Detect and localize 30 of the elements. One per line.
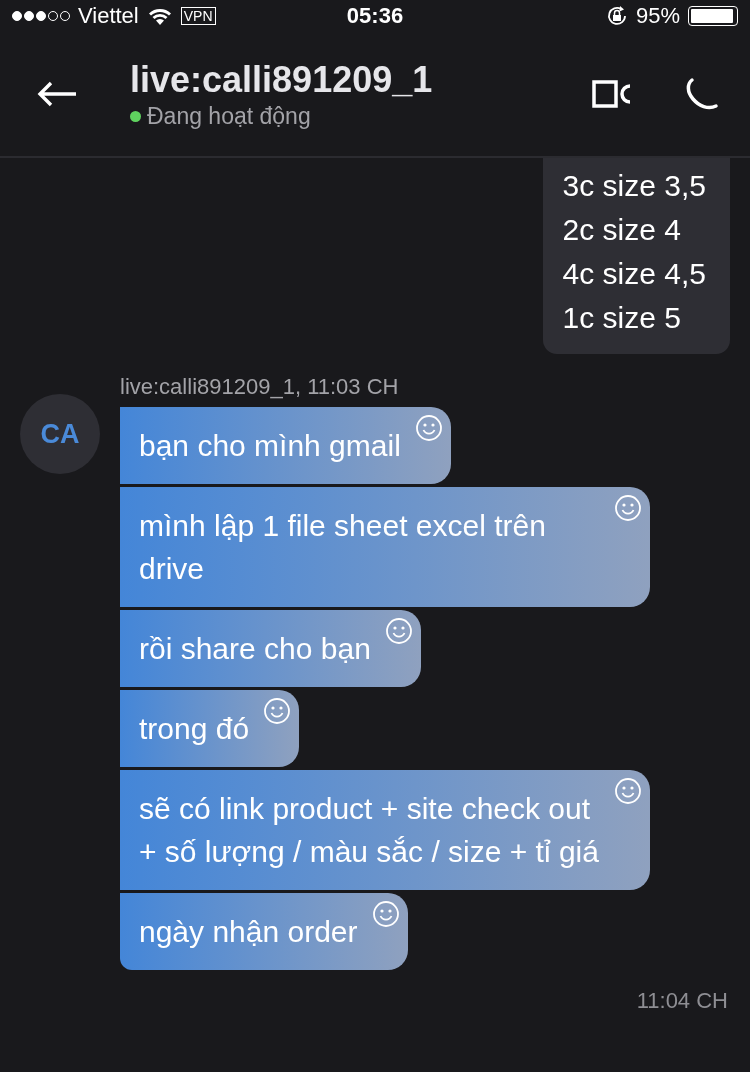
battery-icon bbox=[688, 6, 738, 26]
carrier-name: Viettel bbox=[78, 3, 139, 29]
battery-percent: 95% bbox=[635, 3, 680, 29]
back-arrow-icon[interactable] bbox=[36, 80, 78, 108]
message-text: rồi share cho bạn bbox=[139, 631, 371, 667]
wifi-icon bbox=[146, 6, 173, 26]
message-timestamp: 11:04 CH bbox=[636, 988, 728, 1014]
avatar: CA bbox=[20, 394, 100, 474]
message-text: trong đó bbox=[139, 711, 250, 747]
message-text: mình lập 1 file sheet excel trên drive bbox=[139, 508, 547, 587]
message-line: 1c size 5 bbox=[562, 300, 682, 336]
rotation-lock-icon bbox=[605, 5, 628, 27]
message-line: 3c size 3,5 bbox=[562, 168, 706, 204]
smiley-icon[interactable] bbox=[414, 414, 443, 442]
message-line: 2c size 4 bbox=[562, 212, 682, 248]
smiley-icon[interactable] bbox=[384, 617, 413, 645]
message-text: bạn cho mình gmail bbox=[139, 428, 401, 464]
sender-timestamp: live:calli891209_1, 11:03 CH bbox=[120, 374, 399, 400]
status-time: 05:36 bbox=[346, 3, 404, 29]
smiley-icon[interactable] bbox=[371, 900, 400, 928]
chat-title: live:calli891209_1 bbox=[130, 58, 434, 101]
smiley-icon[interactable] bbox=[614, 777, 642, 805]
message-text: sẽ có link product + site check out + số lượng / màu sắc / size + tỉ giá bbox=[139, 791, 600, 870]
smiley-icon[interactable] bbox=[614, 494, 642, 522]
phone-icon[interactable] bbox=[684, 76, 720, 112]
message-text: ngày nhận order bbox=[139, 914, 358, 950]
message-line: 4c size 4,5 bbox=[562, 256, 706, 292]
smiley-icon[interactable] bbox=[263, 697, 292, 725]
presence-status: Đang hoạt động bbox=[147, 102, 311, 130]
vpn-badge: VPN bbox=[180, 7, 216, 25]
